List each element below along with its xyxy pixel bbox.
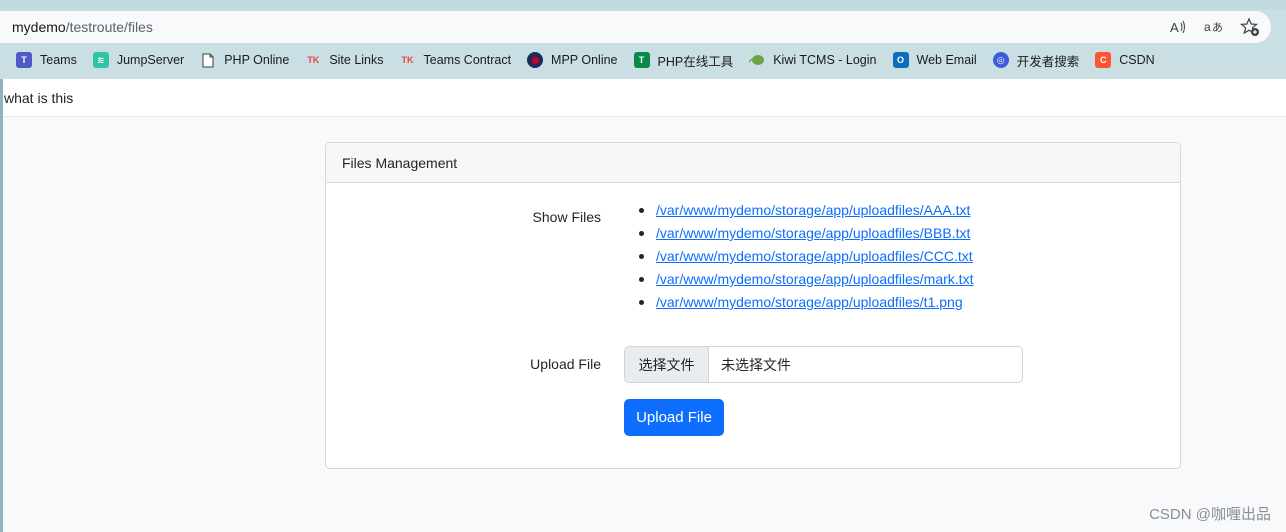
list-item: /var/www/mydemo/storage/app/uploadfiles/… <box>639 247 973 270</box>
tk-icon: TK <box>307 55 320 65</box>
tk-icon: TK <box>401 55 414 65</box>
browser-chrome: mydemo/testroute/files A aあ T Teams ≋ Ju… <box>0 0 1286 79</box>
file-status-text: 未选择文件 <box>721 356 791 373</box>
document-icon <box>200 52 216 68</box>
file-list: /var/www/mydemo/storage/app/uploadfiles/… <box>639 201 973 316</box>
svg-text:A: A <box>1170 20 1179 35</box>
file-link[interactable]: /var/www/mydemo/storage/app/uploadfiles/… <box>656 225 970 241</box>
list-item: /var/www/mydemo/storage/app/uploadfiles/… <box>639 224 973 247</box>
bookmark-site-links[interactable]: TK Site Links <box>305 52 383 68</box>
list-item: /var/www/mydemo/storage/app/uploadfiles/… <box>639 201 973 224</box>
bookmark-label: Teams <box>40 53 77 67</box>
mpp-icon <box>527 52 544 68</box>
file-input[interactable]: 选择文件 未选择文件 <box>624 346 1023 383</box>
page-top-text: what is this <box>4 90 74 106</box>
choose-file-button[interactable]: 选择文件 <box>625 347 709 382</box>
bullet-icon <box>639 208 644 213</box>
bookmark-label: PHP Online <box>224 53 290 67</box>
bullet-icon <box>639 254 644 259</box>
file-link[interactable]: /var/www/mydemo/storage/app/uploadfiles/… <box>656 248 973 264</box>
list-item: /var/www/mydemo/storage/app/uploadfiles/… <box>639 293 973 316</box>
address-bar[interactable]: mydemo/testroute/files A aあ <box>0 11 1271 43</box>
bookmark-teams-contract[interactable]: TK Teams Contract <box>400 52 512 68</box>
watermark: CSDN @咖喱出品 <box>1149 506 1271 523</box>
file-link[interactable]: /var/www/mydemo/storage/app/uploadfiles/… <box>656 294 963 310</box>
svg-text:あ: あ <box>1212 21 1223 34</box>
bookmark-label: CSDN <box>1119 53 1155 67</box>
bookmark-label: MPP Online <box>551 53 618 67</box>
window-top-strip <box>0 0 1286 10</box>
upload-file-button[interactable]: Upload File <box>624 399 724 436</box>
bookmark-label: Site Links <box>329 53 384 67</box>
card-title: Files Management <box>342 155 458 171</box>
jumpserver-icon: ≋ <box>92 52 109 68</box>
url-path: /testroute/files <box>65 19 153 35</box>
address-url[interactable]: mydemo/testroute/files <box>12 19 153 35</box>
svg-text:a: a <box>1204 20 1211 34</box>
kiwi-icon <box>749 52 765 68</box>
files-management-card: Files Management Show Files /var/www/myd… <box>325 142 1181 469</box>
upload-file-label: Upload File <box>530 356 601 372</box>
bullet-icon <box>639 231 644 236</box>
file-link[interactable]: /var/www/mydemo/storage/app/uploadfiles/… <box>656 202 970 218</box>
dev-search-icon: ◎ <box>992 52 1009 68</box>
show-files-label: Show Files <box>532 209 601 225</box>
bookmark-web-email[interactable]: O Web Email <box>892 52 977 68</box>
bookmark-label: PHP在线工具 <box>657 54 734 69</box>
outlook-icon: O <box>892 52 909 68</box>
bookmarks-bar: T Teams ≋ JumpServer PHP Online TK Site … <box>0 48 1171 72</box>
bullet-icon <box>639 277 644 282</box>
bookmark-php-online[interactable]: PHP Online <box>200 52 289 68</box>
bookmark-php-tool[interactable]: T PHP在线工具 <box>633 51 734 70</box>
bookmark-csdn[interactable]: C CSDN <box>1095 52 1155 68</box>
bookmark-kiwi-tcms[interactable]: Kiwi TCMS - Login <box>749 52 877 68</box>
bookmark-label: Teams Contract <box>423 53 512 67</box>
list-item: /var/www/mydemo/storage/app/uploadfiles/… <box>639 270 973 293</box>
teams-icon: T <box>16 52 32 68</box>
bookmark-label: Web Email <box>916 53 977 67</box>
read-aloud-icon[interactable]: A <box>1167 16 1189 38</box>
bookmark-dev-search[interactable]: ◎ 开发者搜索 <box>992 51 1080 70</box>
bookmark-teams[interactable]: T Teams <box>16 52 77 68</box>
translate-icon[interactable]: aあ <box>1203 16 1225 38</box>
bookmark-label: JumpServer <box>116 53 185 67</box>
address-bar-icons: A aあ <box>1167 16 1261 38</box>
url-host: mydemo <box>12 19 66 35</box>
card-header: Files Management <box>326 143 1180 183</box>
left-edge-border <box>0 79 3 532</box>
php-tool-icon: T <box>633 52 650 68</box>
bookmark-label: 开发者搜索 <box>1016 54 1080 69</box>
bookmark-label: Kiwi TCMS - Login <box>773 53 877 67</box>
file-link[interactable]: /var/www/mydemo/storage/app/uploadfiles/… <box>656 271 973 287</box>
favorite-add-icon[interactable] <box>1239 16 1261 38</box>
bookmark-jumpserver[interactable]: ≋ JumpServer <box>92 52 185 68</box>
csdn-icon: C <box>1095 52 1112 68</box>
page-top-bar: what is this <box>3 79 1286 117</box>
bullet-icon <box>639 300 644 305</box>
bookmark-mpp-online[interactable]: MPP Online <box>527 52 618 68</box>
